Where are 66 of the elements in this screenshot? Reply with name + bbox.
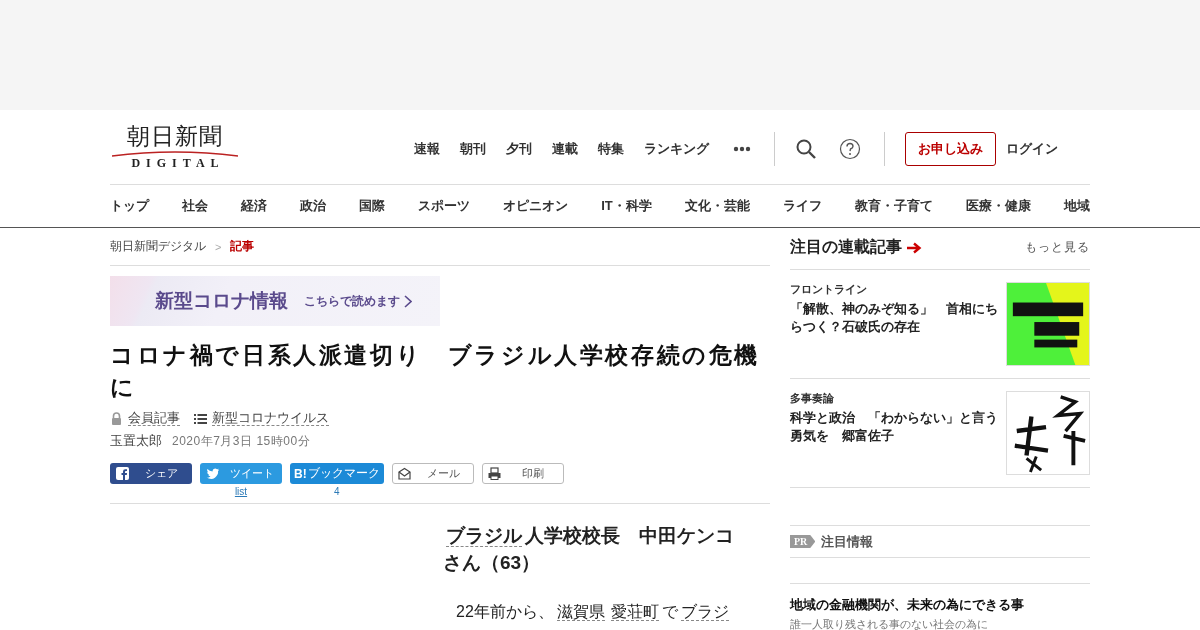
ad-headline[interactable]: 地域の金融機関が、未来の為にできる事 [790,596,1090,614]
more-icon[interactable] [733,146,751,152]
article-title: コロナ禍で日系人派遣切り ブラジル人学校存続の危機に [110,341,761,402]
promo-title: 新型コロナ情報 [155,289,288,313]
category-link[interactable]: オピニオン [503,197,569,215]
arrow-icon [906,241,922,254]
subscribe-button[interactable]: お申し込み [905,132,996,166]
category-link[interactable]: 社会 [182,197,209,215]
share-button[interactable]: B!ブックマーク [290,463,384,484]
tag-link[interactable]: 新型コロナウイルス [212,410,329,426]
text-link[interactable]: ブラジ [680,603,729,621]
nav-link[interactable]: 夕刊 [506,140,532,158]
nav-link[interactable]: 連載 [552,140,578,158]
breadcrumb-link[interactable]: 朝日新聞デジタル [110,238,206,255]
help-icon[interactable] [839,138,861,160]
printer-icon [487,467,501,480]
search-icon[interactable] [795,138,817,160]
logo[interactable]: 朝日新聞 DIGITAL [110,122,240,170]
promo-banner[interactable]: 新型コロナ情報 こちらで読めます [110,276,440,326]
share-button[interactable]: 印刷 [481,463,564,484]
publish-date: 2020年7月3日 15時00分 [172,433,311,450]
category-link[interactable]: IT・科学 [601,197,652,215]
article-paragraph: 22年前から、 滋賀県 愛荘町 で ブラジ [455,602,730,623]
series-label: フロントライン [790,282,868,297]
nav-link[interactable]: 特集 [598,140,624,158]
series-label: 多事奏論 [790,391,835,406]
mail-icon [397,467,411,480]
headline-link[interactable]: 「解散、神のみぞ知る」 首相にちらつく？石破氏の存在 [790,300,998,336]
breadcrumb-separator: > [215,240,222,253]
headline-link[interactable]: 科学と政治 「わからない」と言う勇気を 郷富佐子 [790,409,998,445]
chevron-icon [404,294,412,308]
facebook-icon [116,467,129,480]
text-link[interactable]: ブラジル [446,525,522,547]
nav-link[interactable]: 朝刊 [460,140,486,158]
category-link[interactable]: ライフ [782,197,822,215]
category-link[interactable]: 医療・健康 [965,197,1031,215]
text-link[interactable]: 滋賀県 [556,603,605,621]
text-link[interactable]: 愛荘町 [610,603,659,621]
category-link[interactable]: 文化・芸能 [684,197,750,215]
section-title: 注目情報 [821,532,874,551]
lock-icon [110,411,123,425]
pr-badge: PR [790,535,816,548]
share-count[interactable]: 4 [334,485,340,499]
section-title: 注目の連載記事 [790,237,902,257]
category-link[interactable]: 政治 [300,197,327,215]
share-count[interactable]: list [234,485,248,499]
more-link[interactable]: もっと見る [1025,239,1090,256]
bird-icon [206,467,219,480]
nav-link[interactable]: ランキング [644,140,709,158]
login-link[interactable]: ログイン [1006,140,1058,158]
breadcrumb-link[interactable]: 記事 [230,238,255,255]
category-link[interactable]: 地域 [1063,197,1090,215]
share-button[interactable]: シェア [110,463,192,484]
ad-description: 誰一人取り残される事のない社会の為に [790,617,989,630]
category-link[interactable]: 国際 [359,197,386,215]
category-link[interactable]: 経済 [241,197,268,215]
share-button[interactable]: メール [391,463,474,484]
author-name: 玉置太郎 [110,432,162,450]
category-link[interactable]: スポーツ [418,197,471,215]
list-icon [194,411,207,425]
photo-caption: ブラジル人学校校長 中田ケンコさん（63） [443,524,735,575]
category-link[interactable]: トップ [110,197,149,215]
tag-link[interactable]: 会員記事 [128,410,180,426]
category-link[interactable]: 教育・子育て [854,197,933,215]
nav-link[interactable]: 速報 [414,140,440,158]
promo-link: こちらで読めます [304,292,412,310]
